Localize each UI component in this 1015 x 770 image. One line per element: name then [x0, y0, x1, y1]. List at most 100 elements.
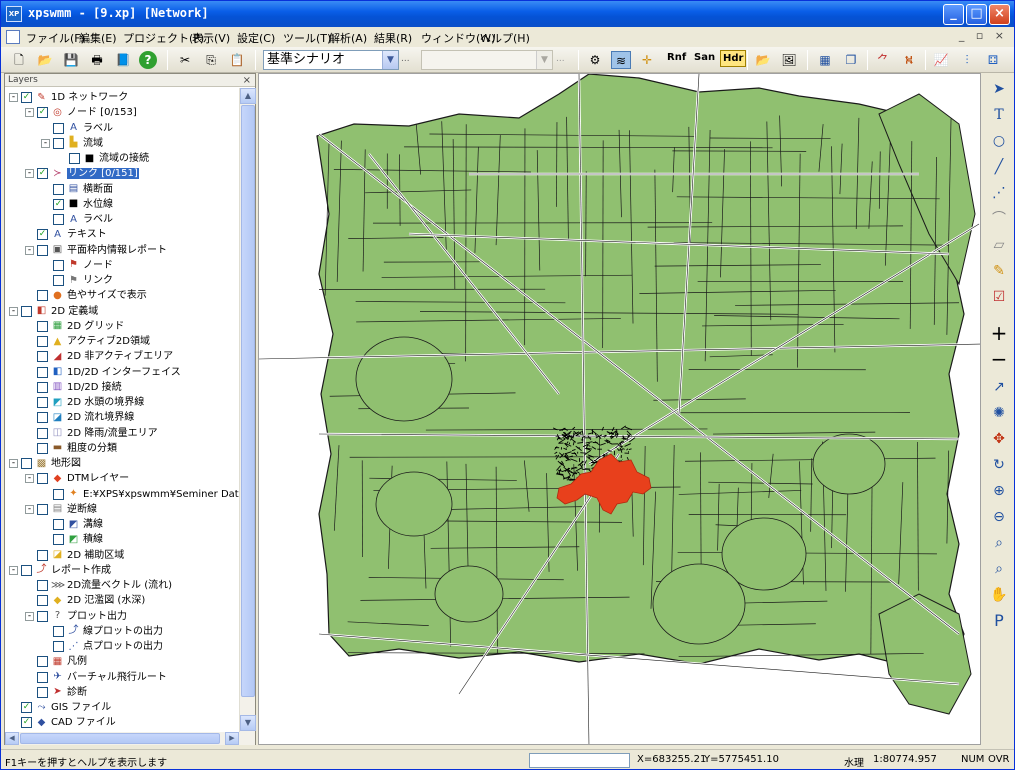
pencil-icon[interactable]: ✎	[988, 261, 1010, 281]
minimize-button[interactable]: _	[943, 4, 964, 25]
layer-visibility-checkbox[interactable]	[37, 290, 48, 302]
layer-visibility-checkbox[interactable]	[37, 442, 48, 454]
layer-visibility-checkbox[interactable]	[37, 595, 48, 607]
network-map[interactable]	[259, 74, 981, 745]
layers-icon[interactable]: ≋	[611, 51, 631, 69]
pan-move-icon[interactable]: ✥	[988, 429, 1010, 449]
collapse-icon[interactable]: -	[9, 93, 18, 102]
layer-tree-item[interactable]: - ▤ 逆断線	[25, 502, 97, 517]
layer-tree-item[interactable]: - ◧ 2D 定義域	[9, 304, 98, 319]
print-icon[interactable]: 🖶	[87, 51, 107, 69]
graph-icon[interactable]: 📈	[931, 51, 951, 69]
polygon-tool-icon[interactable]: ▱	[988, 235, 1010, 255]
layers-horizontal-scrollbar[interactable]: ◀ ▶	[5, 732, 255, 745]
book-icon[interactable]: 📘	[113, 51, 133, 69]
rnf-mode-button[interactable]: Rnf	[667, 52, 686, 63]
close-icon[interactable]: ×	[243, 74, 251, 87]
layer-tree-item[interactable]: ✓ ◆ CAD ファイル	[9, 715, 116, 730]
layer-tree-item[interactable]: ⋙ 2D流量ベクトル (流れ)	[25, 578, 172, 593]
layer-tree-item[interactable]: - ⤴ レポート作成	[9, 563, 111, 578]
layer-tree-item[interactable]: ⤴ 線プロットの出力	[41, 624, 163, 639]
menu-results[interactable]: 結果(R)	[374, 30, 412, 46]
run-engine-icon[interactable]: ⚙	[585, 51, 605, 69]
draw-all-icon[interactable]: ↗	[988, 377, 1010, 397]
scroll-down-icon[interactable]: ▼	[240, 715, 256, 731]
layer-tree-item[interactable]: - ▣ 平面枠内情報レポート	[25, 243, 167, 258]
layer-tree-item[interactable]: ✓ A テキスト	[25, 227, 107, 242]
layer-visibility-checkbox[interactable]: ✓	[37, 168, 48, 180]
zoom-previous-icon[interactable]: ⌕	[988, 559, 1010, 579]
zoom-window-icon[interactable]: ⌕	[988, 533, 1010, 553]
polyline-tool-icon[interactable]: ⌒	[988, 209, 1010, 229]
layer-visibility-checkbox[interactable]	[37, 381, 48, 393]
copy-icon[interactable]: ⎘	[201, 51, 221, 69]
zoom-in-icon[interactable]: ⊕	[988, 481, 1010, 501]
collapse-icon[interactable]: -	[9, 306, 18, 316]
layer-tree-item[interactable]: ■ 流域の接続	[57, 151, 149, 166]
layer-visibility-checkbox[interactable]	[53, 534, 64, 546]
hdr-mode-button[interactable]: Hdr	[720, 50, 747, 67]
layer-visibility-checkbox[interactable]	[37, 336, 48, 347]
layer-tree-item[interactable]: ▤ 横断面	[41, 182, 113, 197]
window-icon[interactable]: ❐	[841, 51, 861, 69]
collapse-icon[interactable]: -	[25, 611, 34, 621]
network-map-view[interactable]	[258, 73, 981, 745]
zoom-out-icon[interactable]: ⊖	[988, 507, 1010, 527]
menu-tools[interactable]: ツール(T)	[283, 30, 331, 46]
layer-tree-item[interactable]: A ラベル	[41, 212, 113, 227]
layer-visibility-checkbox[interactable]	[53, 625, 64, 637]
scroll-up-icon[interactable]: ▲	[240, 88, 256, 104]
layer-visibility-checkbox[interactable]	[37, 351, 48, 363]
table-icon[interactable]: ▦	[815, 51, 835, 69]
layer-tree-item[interactable]: -? プロット出力	[25, 609, 127, 624]
layer-tree-item[interactable]: - ✓ ≻ リンク [0/151]	[25, 166, 139, 181]
layer-tree-item[interactable]: ◫ 2D 降雨/流量エリア	[25, 426, 158, 441]
layer-tree-item[interactable]: ● 色やサイズで表示	[25, 288, 147, 303]
layers-vertical-scrollbar[interactable]: ▲ ▼	[239, 88, 256, 732]
profile-icon[interactable]: ⺈	[873, 51, 893, 69]
node-all-icon[interactable]: ✺	[988, 403, 1010, 423]
hand-pan-icon[interactable]: ✋	[988, 585, 1010, 605]
layer-visibility-checkbox[interactable]: ✓	[53, 198, 64, 210]
layer-visibility-checkbox[interactable]	[37, 412, 48, 424]
layer-visibility-checkbox[interactable]	[37, 366, 48, 378]
layer-visibility-checkbox[interactable]: ✓	[21, 702, 32, 713]
san-mode-button[interactable]: San	[694, 52, 715, 63]
cut-icon[interactable]: ✂	[175, 51, 195, 69]
layer-visibility-checkbox[interactable]	[53, 519, 64, 530]
open-folder-icon[interactable]: 📂	[35, 51, 55, 69]
layer-tree-item[interactable]: ◆ 2D 氾濫図 (水深)	[25, 593, 145, 608]
chevron-down-icon[interactable]: ▼	[382, 51, 398, 69]
collapse-icon[interactable]: -	[25, 504, 34, 514]
spreadsheet-icon[interactable]: ⚃	[983, 51, 1003, 69]
layer-visibility-checkbox[interactable]	[37, 427, 48, 439]
layer-visibility-checkbox[interactable]	[37, 503, 48, 515]
layer-visibility-checkbox[interactable]	[53, 137, 64, 149]
refresh-icon[interactable]: ↻	[988, 455, 1010, 475]
app-icon[interactable]: XP	[6, 6, 22, 22]
help-icon[interactable]: ?	[139, 51, 157, 69]
collapse-icon[interactable]: -	[25, 108, 34, 118]
layer-visibility-checkbox[interactable]	[53, 488, 64, 500]
layer-tree-item[interactable]: ◢ 2D 非アクティブエリア	[25, 349, 173, 364]
collapse-icon[interactable]: -	[25, 474, 34, 484]
layer-tree-item[interactable]: ✈ バーチャル飛行ルート	[25, 670, 167, 685]
layer-visibility-checkbox[interactable]	[21, 564, 32, 576]
layer-tree-item[interactable]: - ▩ 地形図	[9, 456, 81, 471]
layer-tree-item[interactable]: - ✓ ◎ ノード [0/153]	[25, 105, 137, 120]
chart-tool-icon[interactable]: ☑	[988, 287, 1010, 307]
bar-chart-icon[interactable]: ⫶	[957, 51, 977, 69]
scrollbar-thumb[interactable]	[241, 105, 255, 697]
layer-visibility-checkbox[interactable]: ✓	[21, 92, 32, 103]
layer-visibility-checkbox[interactable]	[37, 244, 48, 256]
layer-tree-item[interactable]: ▲ アクティブ2D領域	[25, 334, 150, 349]
crosshair-icon[interactable]: ✛	[637, 51, 657, 69]
menu-settings[interactable]: 設定(C)	[237, 30, 275, 46]
section-icon[interactable]: ⛕	[899, 51, 919, 69]
layer-visibility-checkbox[interactable]	[37, 686, 48, 698]
collapse-icon[interactable]: -	[9, 459, 18, 468]
collapse-icon[interactable]: -	[41, 138, 50, 148]
menu-help[interactable]: ヘルプ(H)	[480, 30, 530, 46]
collapse-icon[interactable]: -	[25, 245, 34, 255]
menu-view[interactable]: 表示(V)	[192, 30, 230, 46]
